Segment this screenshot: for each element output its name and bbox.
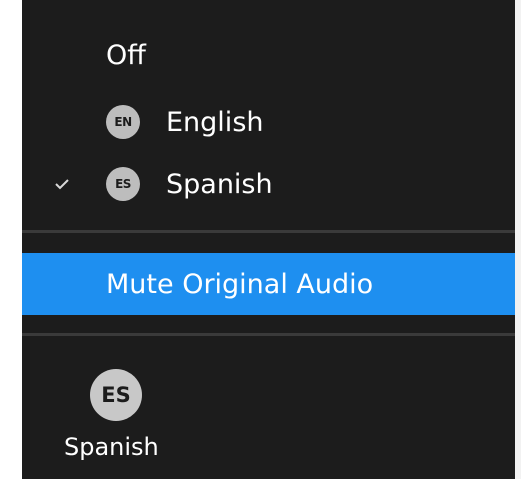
background-edge bbox=[0, 0, 22, 479]
mute-original-audio-label: Mute Original Audio bbox=[106, 268, 374, 300]
english-language-badge-icon: EN bbox=[106, 105, 140, 139]
menu-divider bbox=[22, 230, 515, 233]
interpretation-language-menu: Off EN English ES Spanish Mute Original … bbox=[22, 0, 515, 338]
menu-item-off-label: Off bbox=[106, 39, 146, 71]
menu-item-english[interactable]: EN English bbox=[22, 91, 515, 153]
spanish-language-badge-icon: ES bbox=[106, 167, 140, 201]
menu-item-off[interactable]: Off bbox=[22, 24, 515, 86]
interpretation-language-badge-icon: ES bbox=[90, 369, 142, 421]
menu-item-spanish-label: Spanish bbox=[166, 168, 273, 200]
mute-original-audio-item[interactable]: Mute Original Audio bbox=[22, 253, 515, 315]
checkmark-icon bbox=[54, 153, 70, 215]
menu-divider-bottom bbox=[22, 333, 515, 336]
interpretation-screen: Off EN English ES Spanish Mute Original … bbox=[0, 0, 521, 479]
menu-item-english-label: English bbox=[166, 106, 264, 138]
interpretation-language-label: Spanish bbox=[64, 433, 159, 461]
interpretation-button[interactable]: ES Spanish bbox=[22, 338, 515, 479]
menu-item-spanish[interactable]: ES Spanish bbox=[22, 153, 515, 215]
